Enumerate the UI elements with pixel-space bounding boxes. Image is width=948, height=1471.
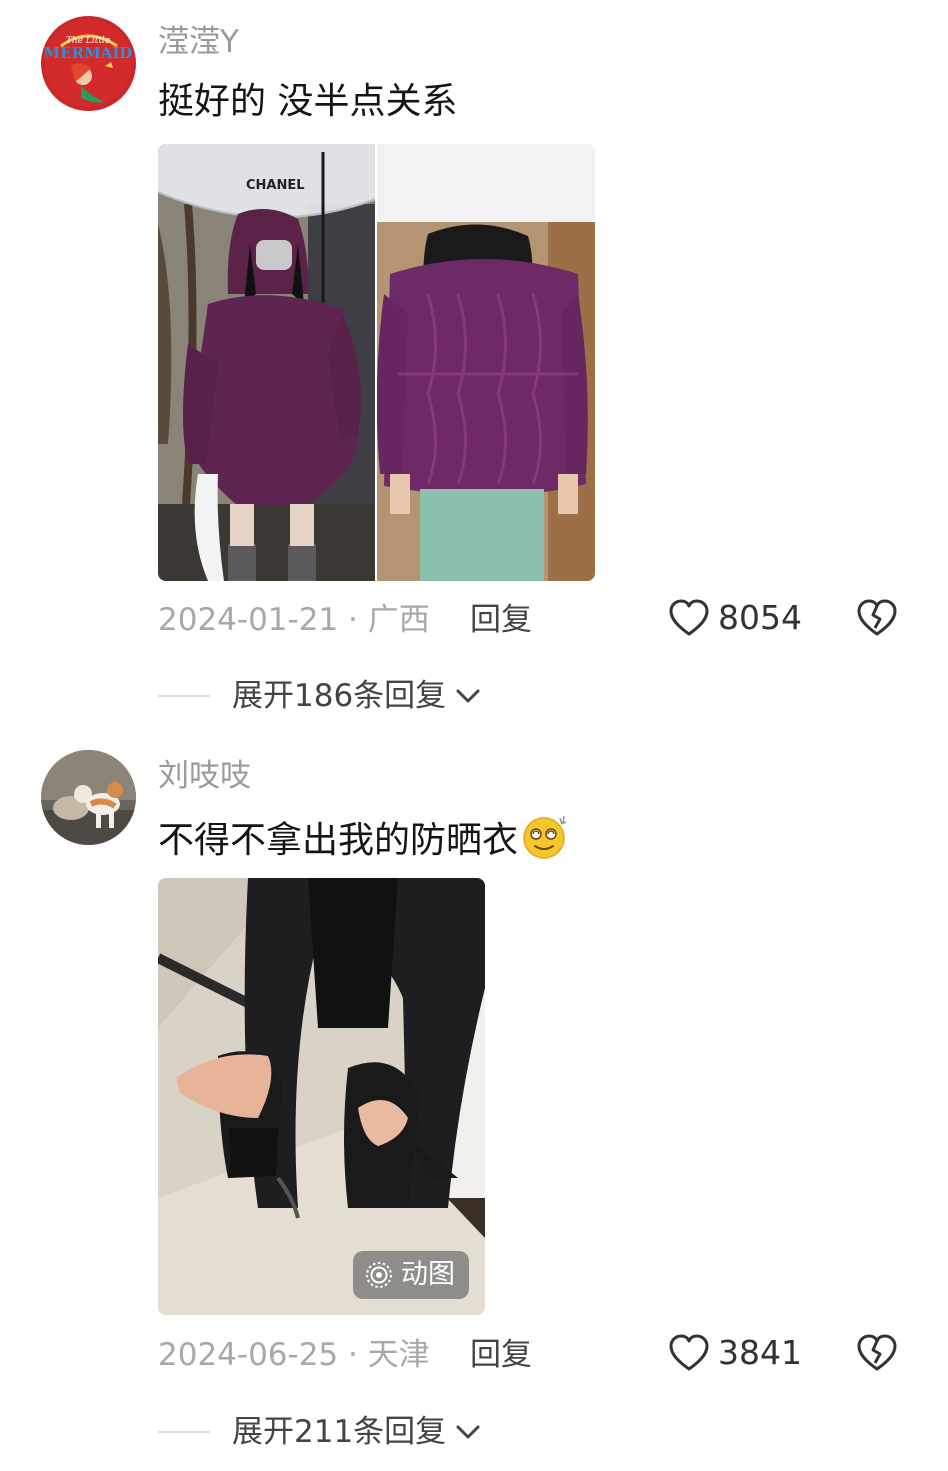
- broken-heart-icon: [857, 1334, 897, 1371]
- reply-button[interactable]: 回复: [470, 1335, 532, 1375]
- like-button[interactable]: 8054: [668, 598, 802, 638]
- dizzy-face-emoji-icon: [520, 812, 570, 873]
- avatar[interactable]: [41, 750, 136, 845]
- expand-replies-label: 展开211条回复: [232, 1414, 447, 1450]
- dislike-button[interactable]: [856, 598, 898, 642]
- comment-text-content: 不得不拿出我的防晒衣: [158, 820, 519, 861]
- reply-button[interactable]: 回复: [470, 600, 532, 640]
- expand-replies[interactable]: 展开186条回复: [158, 676, 482, 716]
- gif-badge: 动图: [353, 1251, 469, 1299]
- comment-location: 天津: [367, 1337, 430, 1373]
- dislike-button[interactable]: [856, 1333, 898, 1377]
- chevron-down-icon: [456, 1425, 480, 1439]
- heart-outline-icon: [669, 599, 709, 636]
- meta-separator: ·: [338, 602, 368, 638]
- comment-item: The Little MERMAID 滢滢Y 挺好的 没半点关系 CHANEL: [0, 0, 948, 740]
- comment-item: 刘吱吱 不得不拿出我的防晒衣 动图 2024-06-25 · 天津 回复 384…: [0, 740, 948, 1471]
- username[interactable]: 滢滢Y: [158, 22, 239, 62]
- divider-line: [158, 1431, 210, 1433]
- like-count: 3841: [718, 1333, 802, 1372]
- expand-replies-label: 展开186条回复: [232, 678, 447, 714]
- comment-date: 2024-01-21: [158, 602, 339, 638]
- gif-badge-label: 动图: [401, 1259, 455, 1290]
- comment-image[interactable]: CHANEL: [158, 144, 595, 581]
- comment-text: 挺好的 没半点关系: [158, 81, 458, 122]
- avatar[interactable]: The Little MERMAID: [41, 16, 136, 111]
- comment-date: 2024-06-25: [158, 1337, 339, 1373]
- umbrella-logo-text: CHANEL: [246, 178, 305, 193]
- live-photo-icon: [366, 1262, 392, 1288]
- comment-image[interactable]: 动图: [158, 878, 485, 1315]
- heart-outline-icon: [669, 1334, 709, 1371]
- svg-text:MERMAID: MERMAID: [44, 44, 133, 62]
- broken-heart-icon: [857, 599, 897, 636]
- divider-line: [158, 695, 210, 697]
- chevron-down-icon: [456, 689, 480, 703]
- comment-meta: 2024-01-21 · 广西: [158, 600, 430, 640]
- expand-replies[interactable]: 展开211条回复: [158, 1412, 482, 1452]
- like-button[interactable]: 3841: [668, 1333, 802, 1373]
- username[interactable]: 刘吱吱: [158, 756, 251, 796]
- comment-text: 不得不拿出我的防晒衣: [158, 812, 570, 873]
- meta-separator: ·: [338, 1337, 368, 1373]
- comment-meta: 2024-06-25 · 天津: [158, 1335, 430, 1375]
- comment-location: 广西: [367, 602, 430, 638]
- like-count: 8054: [718, 598, 802, 637]
